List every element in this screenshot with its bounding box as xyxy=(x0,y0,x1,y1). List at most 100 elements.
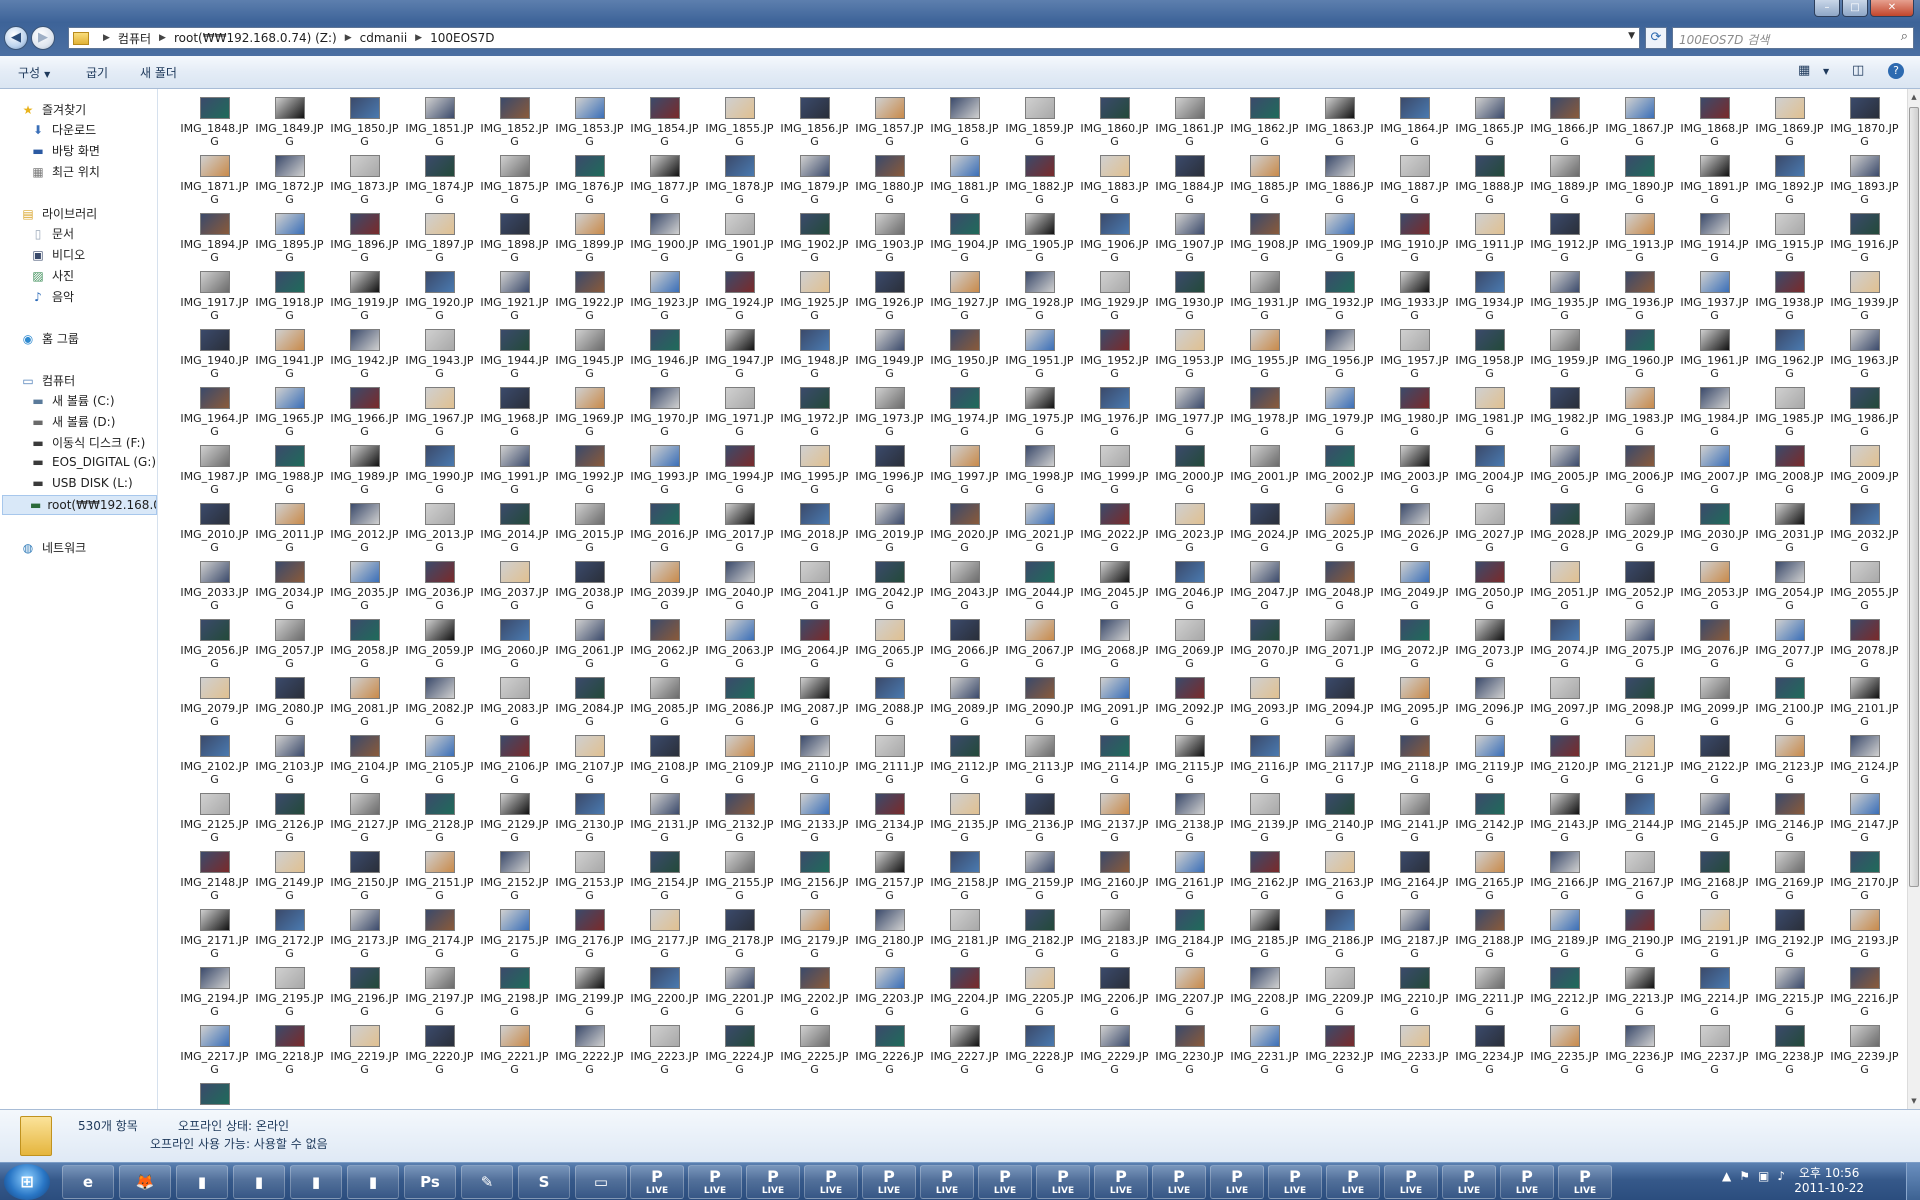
file-item[interactable]: IMG_2142.JPG xyxy=(1452,791,1527,849)
file-item[interactable]: IMG_2075.JPG xyxy=(1602,617,1677,675)
file-item[interactable]: IMG_1961.JPG xyxy=(1677,327,1752,385)
file-item[interactable]: IMG_2190.JPG xyxy=(1602,907,1677,965)
nav-drive-c[interactable]: ▬ 새 볼륨 (C:) xyxy=(30,392,114,409)
file-item[interactable]: IMG_1876.JPG xyxy=(552,153,627,211)
file-item[interactable]: IMG_1910.JPG xyxy=(1377,211,1452,269)
file-item[interactable]: IMG_1972.JPG xyxy=(777,385,852,443)
file-item[interactable]: IMG_2162.JPG xyxy=(1227,849,1302,907)
file-item[interactable]: IMG_1937.JPG xyxy=(1677,269,1752,327)
taskbar-folder-icon[interactable]: ▮ xyxy=(233,1165,285,1199)
file-item[interactable]: IMG_1923.JPG xyxy=(627,269,702,327)
file-item[interactable]: IMG_2154.JPG xyxy=(627,849,702,907)
file-item[interactable]: IMG_2058.JPG xyxy=(327,617,402,675)
scroll-down-icon[interactable]: ▼ xyxy=(1908,1093,1920,1109)
taskbar-live-window[interactable]: P LIVE xyxy=(630,1165,684,1199)
file-item[interactable]: IMG_2047.JPG xyxy=(1227,559,1302,617)
file-item[interactable]: IMG_1926.JPG xyxy=(852,269,927,327)
file-item[interactable]: IMG_1913.JPG xyxy=(1602,211,1677,269)
file-item[interactable]: IMG_2012.JPG xyxy=(327,501,402,559)
file-item[interactable]: IMG_1878.JPG xyxy=(702,153,777,211)
new-folder-button[interactable]: 새 폴더 xyxy=(140,64,177,81)
file-item[interactable]: IMG_2098.JPG xyxy=(1602,675,1677,733)
nav-music[interactable]: ♪ 음악 xyxy=(30,288,74,305)
file-item[interactable]: IMG_1962.JPG xyxy=(1752,327,1827,385)
file-item[interactable]: IMG_1850.JPG xyxy=(327,95,402,153)
file-item[interactable]: IMG_2216.JPG xyxy=(1827,965,1902,1023)
file-item[interactable]: IMG_1999.JPG xyxy=(1077,443,1152,501)
file-item[interactable]: IMG_1890.JPG xyxy=(1602,153,1677,211)
taskbar-live-window[interactable]: P LIVE xyxy=(1442,1165,1496,1199)
file-item[interactable]: IMG_1877.JPG xyxy=(627,153,702,211)
file-item[interactable]: IMG_1936.JPG xyxy=(1602,269,1677,327)
file-item[interactable]: IMG_2120.JPG xyxy=(1527,733,1602,791)
file-item[interactable]: IMG_1899.JPG xyxy=(552,211,627,269)
file-item[interactable]: IMG_2003.JPG xyxy=(1377,443,1452,501)
file-item[interactable]: IMG_1859.JPG xyxy=(1002,95,1077,153)
file-item[interactable]: IMG_2153.JPG xyxy=(552,849,627,907)
file-item[interactable]: IMG_1912.JPG xyxy=(1527,211,1602,269)
file-item[interactable]: IMG_1893.JPG xyxy=(1827,153,1902,211)
file-item[interactable]: IMG_2035.JPG xyxy=(327,559,402,617)
file-item[interactable]: IMG_2239.JPG xyxy=(1827,1023,1902,1081)
file-item[interactable]: IMG_2124.JPG xyxy=(1827,733,1902,791)
organize-button[interactable]: 구성 ▼ xyxy=(18,64,50,81)
file-item[interactable]: IMG_2238.JPG xyxy=(1752,1023,1827,1081)
file-item[interactable]: IMG_2062.JPG xyxy=(627,617,702,675)
file-item[interactable]: IMG_2060.JPG xyxy=(477,617,552,675)
file-item[interactable]: IMG_2036.JPG xyxy=(402,559,477,617)
file-item[interactable]: IMG_2107.JPG xyxy=(552,733,627,791)
file-item[interactable]: IMG_2218.JPG xyxy=(252,1023,327,1081)
nav-documents[interactable]: ▯ 문서 xyxy=(30,225,74,242)
file-item[interactable]: IMG_1942.JPG xyxy=(327,327,402,385)
file-item[interactable]: IMG_2204.JPG xyxy=(927,965,1002,1023)
file-item[interactable]: IMG_2039.JPG xyxy=(627,559,702,617)
file-item[interactable]: IMG_2220.JPG xyxy=(402,1023,477,1081)
file-item[interactable]: IMG_1883.JPG xyxy=(1077,153,1152,211)
file-item[interactable]: IMG_2206.JPG xyxy=(1077,965,1152,1023)
file-item[interactable]: IMG_1975.JPG xyxy=(1002,385,1077,443)
file-item[interactable]: IMG_1968.JPG xyxy=(477,385,552,443)
file-item[interactable]: IMG_2136.JPG xyxy=(1002,791,1077,849)
file-item[interactable]: IMG_2223.JPG xyxy=(627,1023,702,1081)
file-item[interactable]: IMG_1950.JPG xyxy=(927,327,1002,385)
file-item[interactable]: IMG_2184.JPG xyxy=(1152,907,1227,965)
file-item[interactable]: IMG_2157.JPG xyxy=(852,849,927,907)
taskbar-live-window[interactable]: P LIVE xyxy=(1210,1165,1264,1199)
taskbar-editor-icon[interactable]: ✎ xyxy=(461,1165,513,1199)
file-item[interactable]: IMG_2038.JPG xyxy=(552,559,627,617)
file-item[interactable]: IMG_2023.JPG xyxy=(1152,501,1227,559)
file-item[interactable]: IMG_2006.JPG xyxy=(1602,443,1677,501)
file-item[interactable]: IMG_2172.JPG xyxy=(252,907,327,965)
file-item[interactable]: IMG_2017.JPG xyxy=(702,501,777,559)
file-item[interactable]: IMG_2103.JPG xyxy=(252,733,327,791)
file-item[interactable]: IMG_1964.JPG xyxy=(177,385,252,443)
file-item[interactable]: IMG_2202.JPG xyxy=(777,965,852,1023)
file-item[interactable]: IMG_2024.JPG xyxy=(1227,501,1302,559)
file-item[interactable]: IMG_2143.JPG xyxy=(1527,791,1602,849)
file-item[interactable]: IMG_1932.JPG xyxy=(1302,269,1377,327)
file-item[interactable]: IMG_1864.JPG xyxy=(1377,95,1452,153)
file-item[interactable]: IMG_2091.JPG xyxy=(1077,675,1152,733)
file-item[interactable]: IMG_1909.JPG xyxy=(1302,211,1377,269)
file-item[interactable]: IMG_2197.JPG xyxy=(402,965,477,1023)
file-item[interactable]: IMG_2081.JPG xyxy=(327,675,402,733)
file-item[interactable]: IMG_1879.JPG xyxy=(777,153,852,211)
file-item[interactable]: IMG_2048.JPG xyxy=(1302,559,1377,617)
view-icon[interactable]: ▦ xyxy=(1798,63,1810,78)
taskbar-live-window[interactable]: P LIVE xyxy=(1558,1165,1612,1199)
taskbar-live-window[interactable]: P LIVE xyxy=(1268,1165,1322,1199)
file-item[interactable]: IMG_2165.JPG xyxy=(1452,849,1527,907)
file-item[interactable]: IMG_1933.JPG xyxy=(1377,269,1452,327)
file-item[interactable]: IMG_1989.JPG xyxy=(327,443,402,501)
file-item[interactable]: IMG_1944.JPG xyxy=(477,327,552,385)
file-item[interactable]: IMG_1948.JPG xyxy=(777,327,852,385)
forward-button[interactable]: ▶ xyxy=(31,26,55,50)
file-item[interactable]: IMG_1855.JPG xyxy=(702,95,777,153)
file-item[interactable]: IMG_1884.JPG xyxy=(1152,153,1227,211)
back-button[interactable]: ◀ xyxy=(4,26,28,50)
chevron-down-icon[interactable]: ▼ xyxy=(1823,67,1829,76)
file-item[interactable]: IMG_1908.JPG xyxy=(1227,211,1302,269)
file-item[interactable]: IMG_2159.JPG xyxy=(1002,849,1077,907)
file-item[interactable]: IMG_2043.JPG xyxy=(927,559,1002,617)
taskbar-live-window[interactable]: P LIVE xyxy=(1152,1165,1206,1199)
